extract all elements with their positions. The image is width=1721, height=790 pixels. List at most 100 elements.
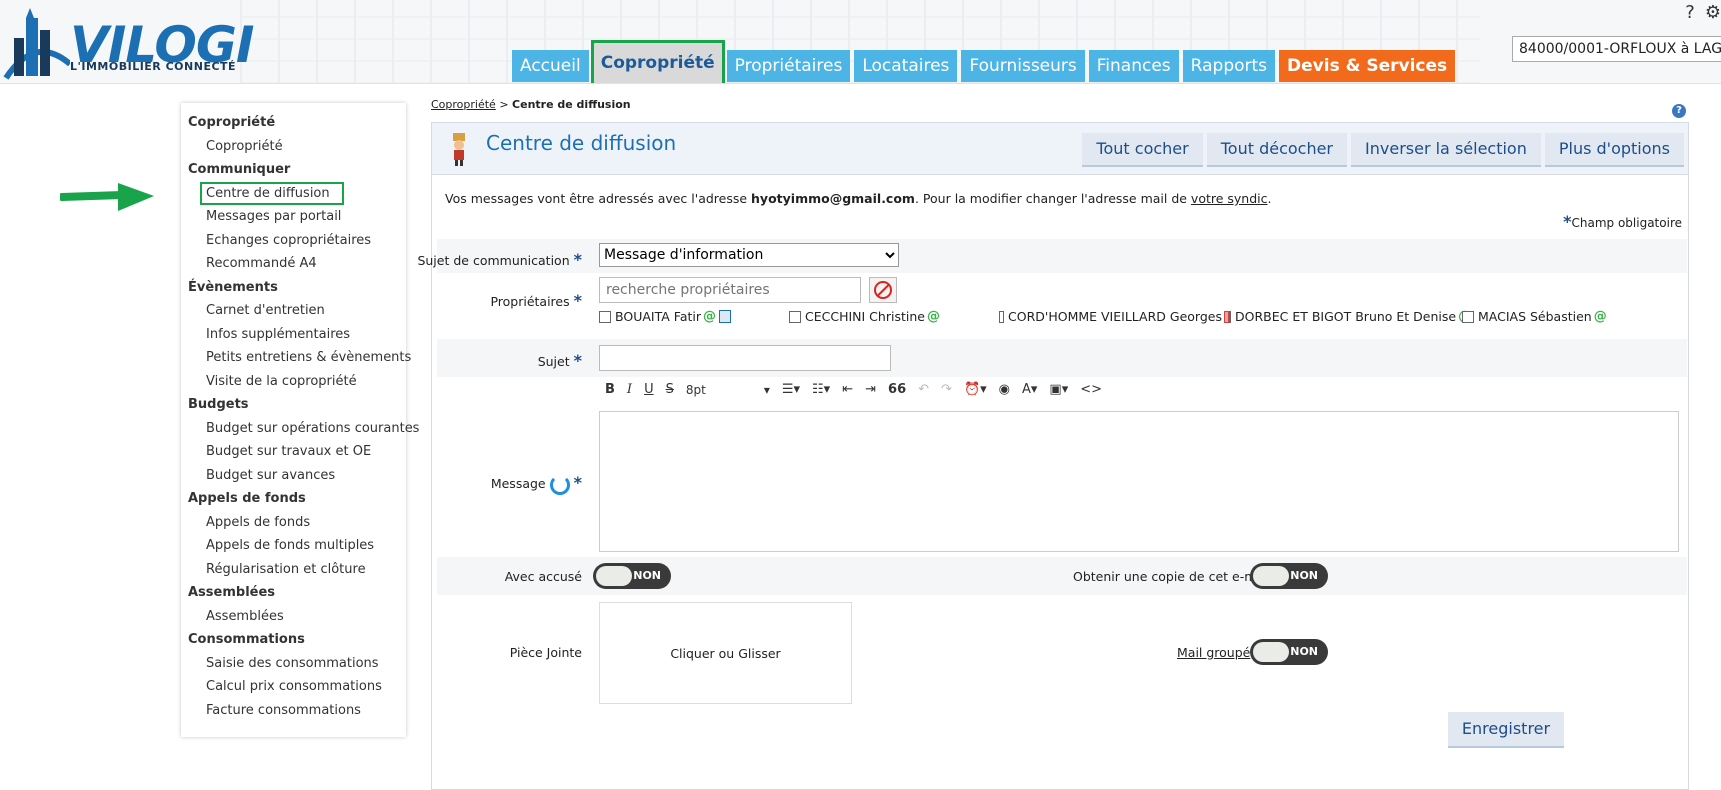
mail-groupe-toggle[interactable]: NON (1250, 639, 1328, 665)
sidebar-item-saisie-conso[interactable]: Saisie des consommations (188, 652, 406, 676)
owner-checkbox-item[interactable]: MACIAS Sébastien @ (1462, 309, 1607, 324)
source-code-button[interactable]: <> (1080, 382, 1102, 397)
info-suffix: . (1267, 191, 1272, 206)
required-star: * (573, 250, 582, 269)
mail-groupe-label[interactable]: Mail groupé (1177, 645, 1250, 660)
redo-icon[interactable]: ↷ (941, 382, 952, 397)
preview-eye-icon[interactable]: ◉ (999, 382, 1010, 397)
help-icon[interactable]: ? (1685, 2, 1695, 23)
sidebar-item-appels-multiples[interactable]: Appels de fonds multiples (188, 534, 406, 558)
green-arrow-icon (60, 183, 154, 211)
more-options-button[interactable]: Plus d'options (1544, 133, 1684, 167)
owner-name: MACIAS Sébastien (1478, 309, 1592, 324)
accuse-toggle[interactable]: NON (593, 563, 671, 589)
checkbox[interactable] (789, 310, 801, 323)
sujet-label: Sujet (537, 354, 570, 369)
highlight-color-icon[interactable]: ▣▾ (1049, 382, 1068, 397)
sidebar-item-budget-courantes[interactable]: Budget sur opérations courantes (188, 417, 419, 441)
sidebar-item-regularisation[interactable]: Régularisation et clôture (188, 558, 406, 582)
checkbox[interactable] (599, 310, 611, 323)
tab-copropriete[interactable]: Copropriété (590, 40, 725, 83)
subject-type-label-wrap: Sujet de communication * (417, 250, 582, 269)
sidebar-item-infos[interactable]: Infos supplémentaires (188, 323, 406, 347)
panel-header: Centre de diffusion Tout cocher Tout déc… (432, 123, 1688, 175)
text-color-icon[interactable]: A▾ (1022, 382, 1037, 397)
alarm-clock-icon[interactable]: ⏰▾ (964, 382, 987, 397)
app-header: VILOGI L'IMMOBILIER CONNECTÉ Accueil Cop… (0, 0, 1721, 84)
owners-label-wrap: Propriétaires * (490, 291, 582, 310)
sidebar-item-budget-travaux[interactable]: Budget sur travaux et OE (188, 440, 406, 464)
strikethrough-button[interactable]: S (666, 382, 674, 397)
checkbox[interactable] (1462, 310, 1474, 323)
copropriete-selector[interactable]: 84000/0001-ORFLOUX à LAGOR (1512, 36, 1721, 62)
main-nav: Accueil Copropriété Propriétaires Locata… (512, 40, 1456, 83)
bullet-list-icon[interactable]: ☰▾ (782, 382, 800, 397)
sujet-input[interactable] (599, 345, 891, 371)
uncheck-all-button[interactable]: Tout décocher (1206, 133, 1348, 167)
toggle-knob (596, 566, 632, 586)
caret-down-icon: ▾ (763, 382, 770, 397)
owners-search-input[interactable] (599, 277, 861, 303)
copy-toggle[interactable]: NON (1250, 563, 1328, 589)
invert-selection-button[interactable]: Inverser la sélection (1351, 133, 1541, 167)
tab-finances[interactable]: Finances (1088, 50, 1179, 82)
attachment-dropzone[interactable]: Cliquer ou Glisser (599, 602, 852, 704)
italic-button[interactable]: I (627, 382, 632, 397)
owner-checkbox-item[interactable]: CORD'HOMME VIEILLARD Georges (999, 309, 1229, 324)
sidebar-item-recommande[interactable]: Recommandé A4 (188, 252, 406, 276)
required-star: * (573, 473, 582, 492)
sidebar-item-carnet[interactable]: Carnet d'entretien (188, 299, 406, 323)
tab-locataires[interactable]: Locataires (854, 50, 958, 82)
syndic-link[interactable]: votre syndic (1191, 191, 1268, 206)
page-help-icon[interactable]: ? (1672, 104, 1686, 118)
sidebar-item-appels-fonds[interactable]: Appels de fonds (188, 511, 406, 535)
sidebar-item-budget-avances[interactable]: Budget sur avances (188, 464, 406, 488)
sidebar-group-consommations: Consommations (188, 632, 305, 647)
tab-accueil[interactable]: Accueil (512, 50, 589, 82)
sidebar-item-messages-portail[interactable]: Messages par portail (188, 205, 406, 229)
message-editor[interactable] (599, 411, 1679, 552)
sidebar-group-copropriete: Copropriété (188, 115, 276, 130)
sidebar-item-copropriete[interactable]: Copropriété (188, 135, 406, 159)
underline-button[interactable]: U (644, 382, 654, 397)
owner-checkbox-item[interactable]: CECCHINI Christine @ (789, 309, 999, 324)
tab-proprietaires[interactable]: Propriétaires (726, 50, 851, 82)
settings-icon[interactable]: ⚙ (1705, 2, 1721, 23)
subject-type-select[interactable]: Message d'information (599, 243, 899, 267)
check-all-button[interactable]: Tout cocher (1082, 133, 1203, 167)
owner-checkbox-item[interactable]: DORBEC ET BIGOT Bruno Et Denise@ (1229, 309, 1471, 324)
sidebar-item-calcul-conso[interactable]: Calcul prix consommations (188, 675, 406, 699)
owner-checkbox-item[interactable]: BOUAITA Fatir @ (599, 309, 789, 324)
email-icon: @ (703, 309, 716, 324)
tab-fournisseurs[interactable]: Fournisseurs (961, 50, 1085, 82)
sidebar-item-centre-diffusion[interactable]: Centre de diffusion (188, 181, 406, 206)
vilogi-logo[interactable]: VILOGI L'IMMOBILIER CONNECTÉ (0, 4, 255, 83)
outdent-icon[interactable]: ⇤ (842, 382, 853, 397)
toggle-knob (1253, 566, 1289, 586)
breadcrumb-parent-link[interactable]: Copropriété (431, 98, 496, 111)
indent-icon[interactable]: ⇥ (865, 382, 876, 397)
bold-button[interactable]: B (605, 382, 615, 397)
diffusion-panel: Centre de diffusion Tout cocher Tout déc… (417, 122, 1689, 790)
sidebar-item-assemblees[interactable]: Assemblées (188, 605, 406, 629)
sidebar-item-facture-conso[interactable]: Facture consommations (188, 699, 406, 723)
sender-info: Vos messages vont être adressés avec l'a… (445, 191, 1272, 206)
sidebar-group-communiquer: Communiquer (188, 162, 291, 177)
sidebar-item-petits-entretiens[interactable]: Petits entretiens & évènements (188, 346, 411, 370)
save-button[interactable]: Enregistrer (1448, 712, 1564, 748)
owners-row: Propriétaires* BOUAITA Fatir@ CECCHINI C… (437, 273, 1687, 324)
sidebar-item-echanges[interactable]: Echanges copropriétaires (188, 229, 406, 253)
info-middle: . Pour la modifier changer l'adresse mai… (914, 191, 1191, 206)
blockquote-button[interactable]: 66 (888, 382, 906, 397)
clear-search-button[interactable] (869, 277, 897, 303)
tab-devis-services[interactable]: Devis & Services (1279, 50, 1456, 82)
checkbox[interactable] (999, 310, 1005, 323)
sidebar-item-visite[interactable]: Visite de la copropriété (188, 370, 406, 394)
checkbox[interactable] (1229, 310, 1231, 323)
undo-icon[interactable]: ↶ (918, 382, 929, 397)
refresh-icon[interactable] (549, 474, 570, 495)
numbered-list-icon[interactable]: ☷▾ (812, 382, 830, 397)
font-size-select[interactable]: 8pt ▾ (686, 383, 770, 397)
owner-name: BOUAITA Fatir (615, 309, 701, 324)
tab-rapports[interactable]: Rapports (1182, 50, 1276, 82)
